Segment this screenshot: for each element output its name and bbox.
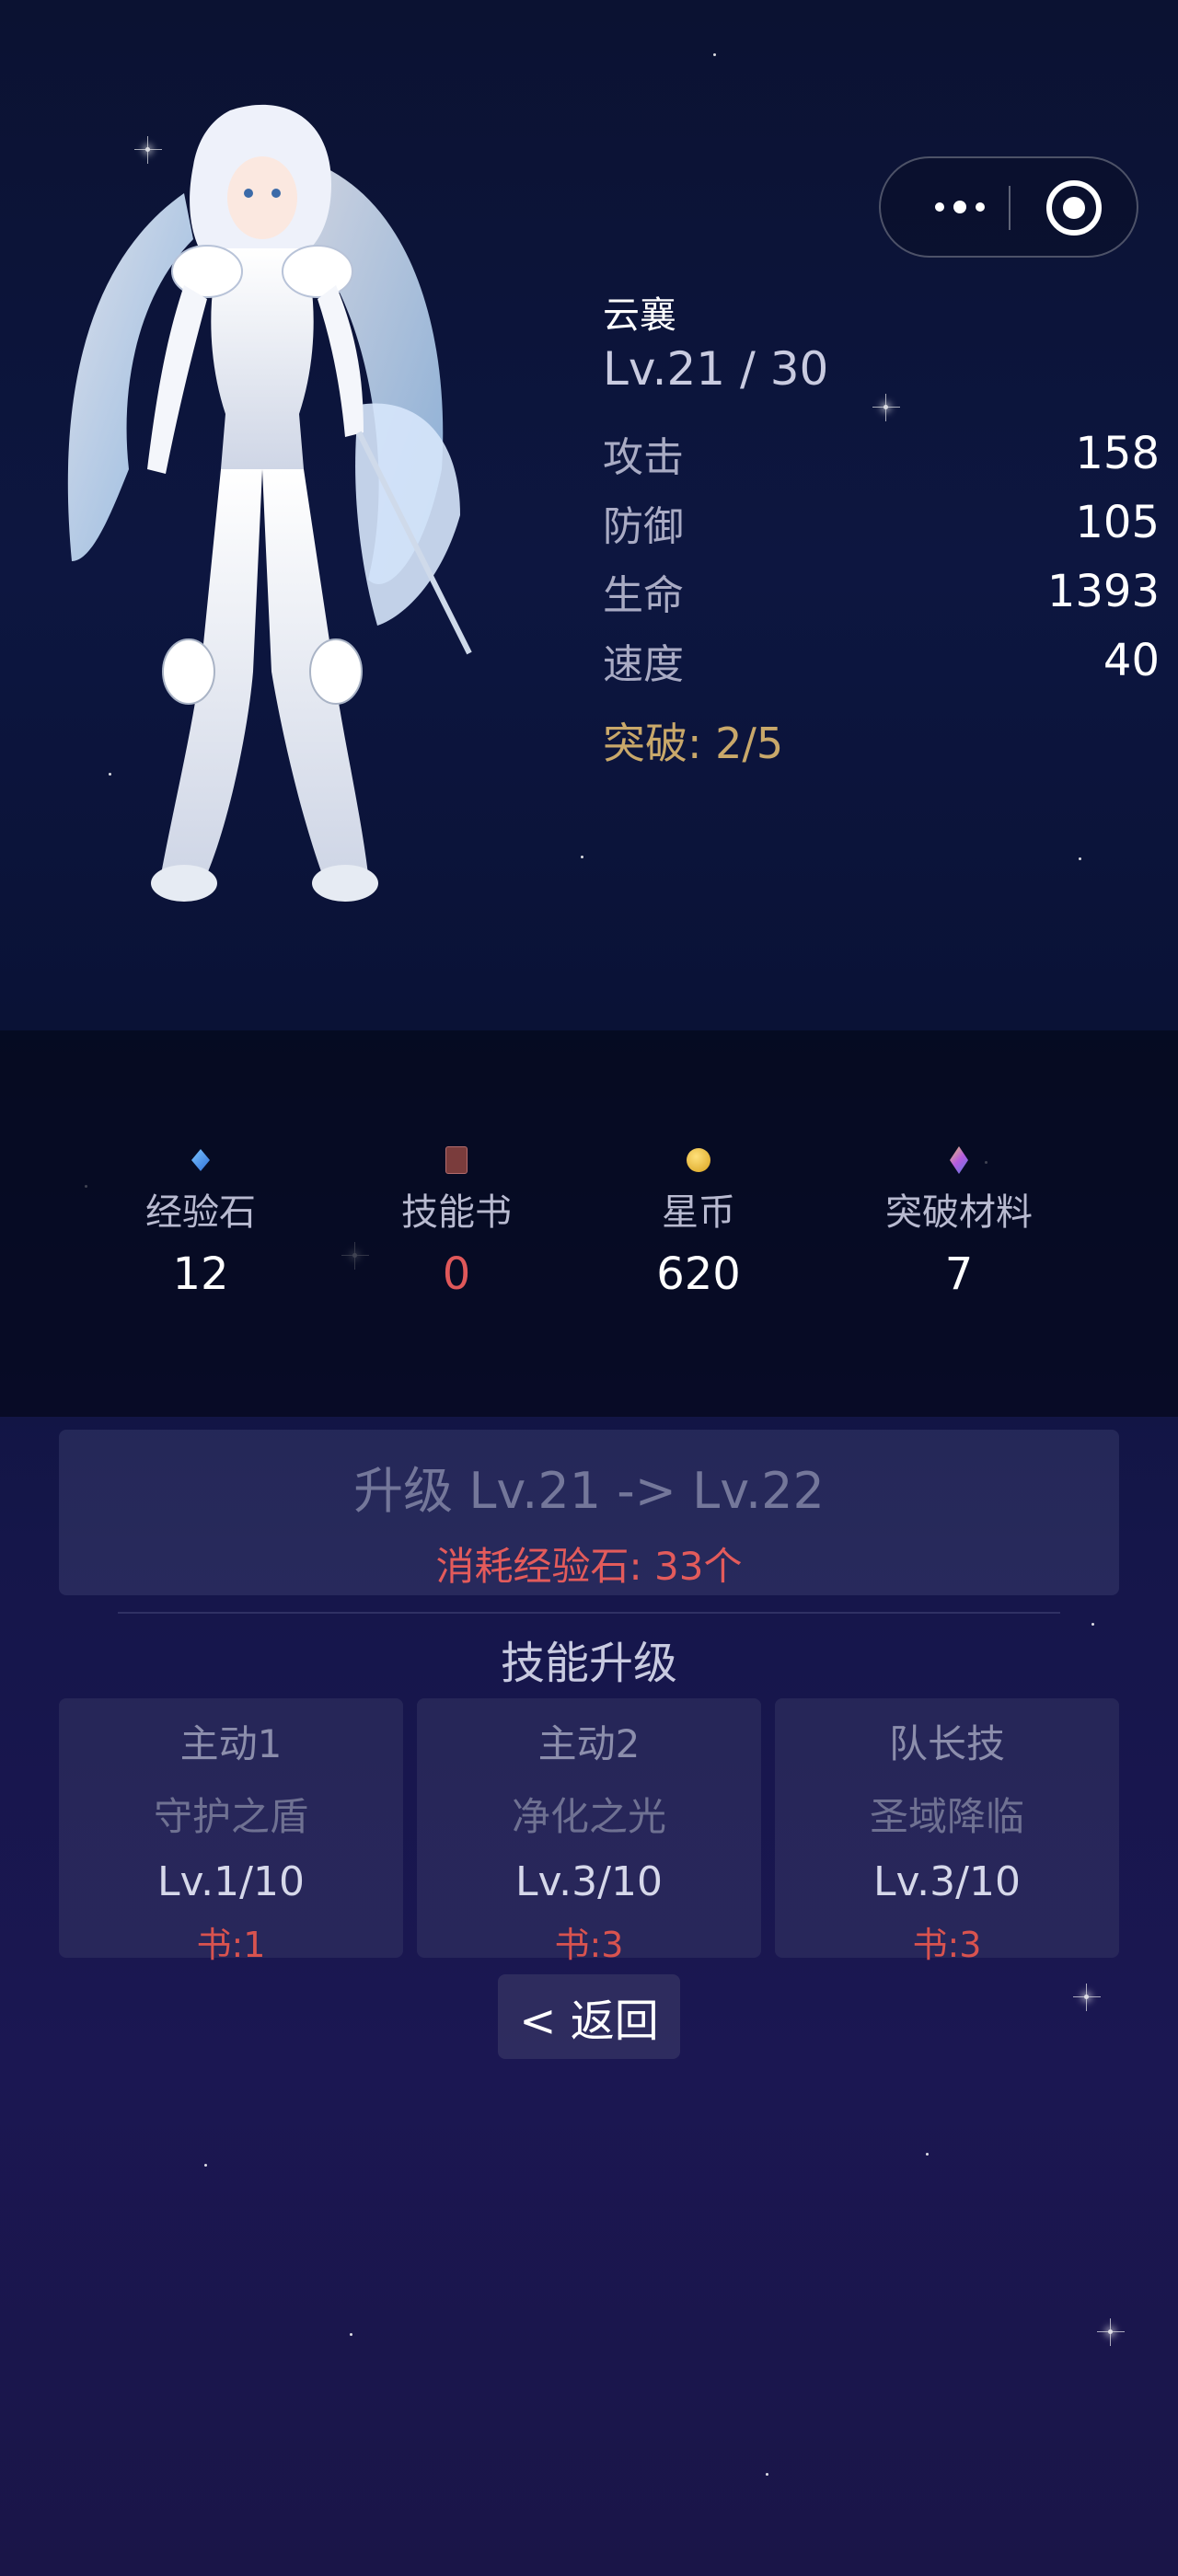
character-level: Lv.21 / 30	[603, 342, 829, 396]
mini-program-capsule	[879, 156, 1138, 258]
star	[204, 2164, 207, 2167]
upgrade-cost: 消耗经验石: 33个	[435, 1544, 743, 1589]
resource-skill-book: 技能书 0	[355, 1145, 558, 1300]
level-upgrade-button[interactable]: 升级 Lv.21 -> Lv.22 消耗经验石: 33个	[59, 1430, 1119, 1595]
stat-value: 1393	[1046, 566, 1160, 617]
section-divider	[118, 1612, 1060, 1614]
stat-label: 防御	[603, 503, 684, 550]
resource-value: 0	[442, 1248, 471, 1300]
stat-label: 速度	[603, 641, 684, 688]
stat-label: 生命	[603, 572, 684, 619]
stat-value: 40	[1103, 635, 1160, 686]
resource-label: 星币	[662, 1191, 735, 1234]
star-coin-icon	[687, 1148, 710, 1172]
breakthrough-material-icon	[950, 1146, 968, 1174]
skill-level: Lv.1/10	[157, 1858, 305, 1905]
skill-level: Lv.3/10	[515, 1858, 663, 1905]
star	[1079, 857, 1081, 860]
skill-level: Lv.3/10	[873, 1858, 1021, 1905]
skill-card-leader[interactable]: 队长技 圣域降临 Lv.3/10 书:3	[775, 1698, 1119, 1965]
skill-card-active1[interactable]: 主动1 守护之盾 Lv.1/10 书:1	[59, 1698, 403, 1965]
star	[350, 2333, 352, 2336]
star	[766, 2473, 768, 2476]
stat-value: 158	[1075, 428, 1160, 479]
resource-exp-stone: 经验石 12	[99, 1145, 302, 1300]
stat-value: 105	[1075, 497, 1160, 548]
skill-card-active2[interactable]: 主动2 净化之光 Lv.3/10 书:3	[417, 1698, 761, 1965]
star	[1073, 1984, 1101, 2011]
resource-value: 12	[172, 1248, 229, 1300]
skill-name: 圣域降临	[869, 1794, 1024, 1839]
more-dots-icon[interactable]	[914, 158, 1006, 256]
back-button[interactable]: < 返回	[498, 1974, 680, 2059]
stat-label: 攻击	[603, 434, 684, 481]
stat-row-speed: 速度 40	[603, 633, 1160, 688]
skill-cost: 书:3	[912, 1925, 982, 1965]
resource-label: 技能书	[401, 1191, 512, 1234]
skill-name: 守护之盾	[153, 1794, 308, 1839]
skill-type: 队长技	[888, 1721, 1005, 1766]
star	[926, 2153, 929, 2156]
character-name: 云襄	[603, 294, 676, 337]
resource-value: 7	[944, 1248, 974, 1300]
capsule-divider	[1009, 186, 1011, 230]
star	[872, 394, 900, 421]
exp-stone-icon	[191, 1149, 210, 1171]
skill-name: 净化之光	[511, 1794, 666, 1839]
resource-label: 突破材料	[885, 1191, 1033, 1234]
upgrade-title: 升级 Lv.21 -> Lv.22	[353, 1462, 825, 1520]
skill-type: 主动2	[537, 1721, 641, 1766]
skill-cost: 书:3	[554, 1925, 624, 1965]
character-portrait	[67, 104, 472, 902]
skill-book-icon	[445, 1146, 468, 1174]
breakthrough-progress: 突破: 2/5	[603, 719, 784, 768]
skill-section-title: 技能升级	[500, 1638, 677, 1689]
resource-value: 620	[656, 1248, 741, 1300]
skill-cost: 书:1	[196, 1925, 266, 1965]
star	[1097, 2318, 1125, 2346]
star	[1091, 1623, 1094, 1626]
resource-label: 经验石	[145, 1191, 256, 1234]
stat-row-defense: 防御 105	[603, 495, 1160, 550]
resource-breakthrough-material: 突破材料 7	[858, 1145, 1060, 1300]
skill-type: 主动1	[179, 1721, 283, 1766]
star	[581, 856, 583, 858]
stat-row-hp: 生命 1393	[603, 564, 1160, 619]
star	[713, 53, 716, 56]
target-circle-icon[interactable]	[1046, 180, 1102, 236]
resource-star-coin: 星币 620	[597, 1145, 800, 1300]
stat-row-attack: 攻击 158	[603, 426, 1160, 481]
